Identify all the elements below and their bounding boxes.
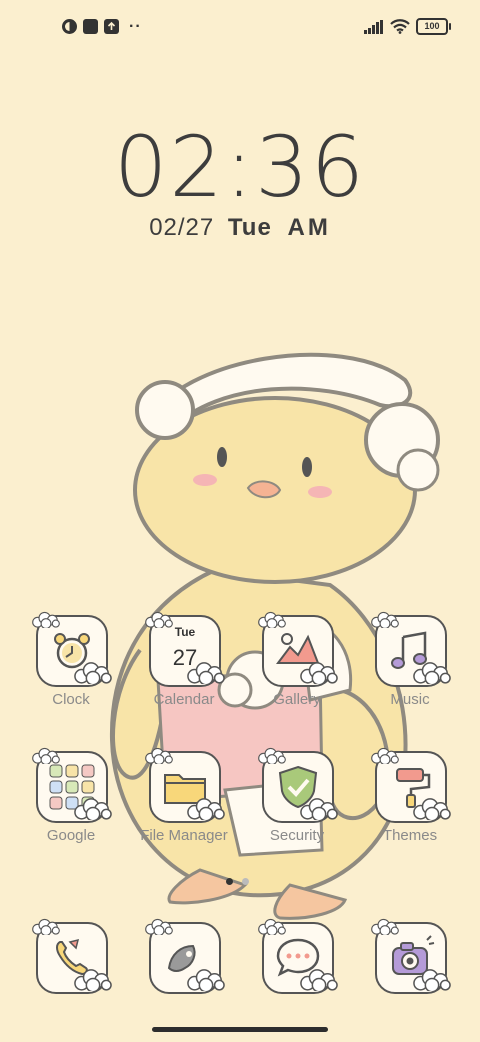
browser-icon [62, 19, 77, 34]
battery-icon: 100 [416, 18, 451, 35]
app-google[interactable]: Google [15, 747, 127, 871]
upload-icon [104, 19, 119, 34]
bubble-cloud-icon [145, 918, 173, 935]
app-calendar[interactable]: Tue 27 Calendar [128, 611, 240, 735]
app-label: Themes [382, 827, 438, 844]
wifi-icon [390, 19, 410, 34]
bubble-cloud-icon [300, 798, 338, 820]
lock-time: 02:36 [113, 118, 367, 216]
shield-check-icon [258, 747, 338, 823]
lock-weekday: Tue [227, 214, 272, 241]
lock-ampm: AM [287, 214, 331, 241]
lock-date: 02/27 [149, 214, 215, 241]
messages-icon [258, 918, 338, 994]
page-dot-1[interactable] [226, 878, 233, 885]
system-icons: 100 [364, 18, 451, 35]
page-dot-2[interactable] [242, 878, 249, 885]
alarm-clock-icon [32, 611, 112, 687]
app-music[interactable]: Music [354, 611, 466, 735]
bubble-cloud-icon [300, 662, 338, 684]
gallery-icon [258, 611, 338, 687]
bubble-cloud-icon [371, 747, 399, 764]
music-note-icon [371, 611, 451, 687]
lock-date-row: 02/27 Tue AM [0, 214, 480, 242]
app-label: Clock [52, 691, 90, 708]
app-label: Music [390, 691, 430, 708]
app-label: Security [269, 827, 325, 844]
bubble-cloud-icon [300, 969, 338, 991]
app-label: Google [46, 827, 96, 844]
bubble-cloud-icon [145, 611, 173, 628]
status-bar: ·· 100 [0, 0, 480, 56]
phone-icon [32, 918, 112, 994]
bubble-cloud-icon [258, 611, 286, 628]
notification-icons: ·· [62, 18, 142, 35]
app-clock[interactable]: Clock [15, 611, 127, 735]
more-dots-icon: ·· [129, 18, 142, 35]
dock-camera[interactable] [354, 918, 466, 1042]
calendar-icon: Tue 27 [145, 611, 225, 687]
app-label: File Manager [140, 827, 228, 844]
bubble-cloud-icon [32, 747, 60, 764]
bubble-cloud-icon [371, 611, 399, 628]
bubble-cloud-icon [74, 662, 112, 684]
bubble-cloud-icon [74, 798, 112, 820]
app-security[interactable]: Security [241, 747, 353, 871]
camera-icon [371, 918, 451, 994]
bubble-cloud-icon [258, 747, 286, 764]
app-label: Gallery [273, 691, 321, 708]
dock-phone[interactable] [15, 918, 127, 1042]
google-folder-icon [32, 747, 112, 823]
signal-icon [364, 19, 383, 34]
bubble-cloud-icon [413, 969, 451, 991]
bubble-cloud-icon [413, 798, 451, 820]
home-gesture-bar[interactable] [152, 1027, 328, 1032]
bubble-cloud-icon [32, 611, 60, 628]
paint-roller-icon [371, 747, 451, 823]
bubble-cloud-icon [371, 918, 399, 935]
bubble-cloud-icon [413, 662, 451, 684]
bubble-cloud-icon [187, 662, 225, 684]
browser-icon [145, 918, 225, 994]
app-file-manager[interactable]: File Manager [128, 747, 240, 871]
bubble-cloud-icon [187, 798, 225, 820]
folder-icon [145, 747, 225, 823]
dock-browser[interactable] [128, 918, 240, 1042]
app-themes[interactable]: Themes [354, 747, 466, 871]
dock-messages[interactable] [241, 918, 353, 1042]
app-square-icon [83, 19, 98, 34]
app-label: Calendar [153, 691, 215, 708]
bubble-cloud-icon [187, 969, 225, 991]
bubble-cloud-icon [74, 969, 112, 991]
bubble-cloud-icon [258, 918, 286, 935]
app-gallery[interactable]: Gallery [241, 611, 353, 735]
page-indicator[interactable] [226, 878, 249, 885]
bubble-cloud-icon [145, 747, 173, 764]
bubble-cloud-icon [32, 918, 60, 935]
